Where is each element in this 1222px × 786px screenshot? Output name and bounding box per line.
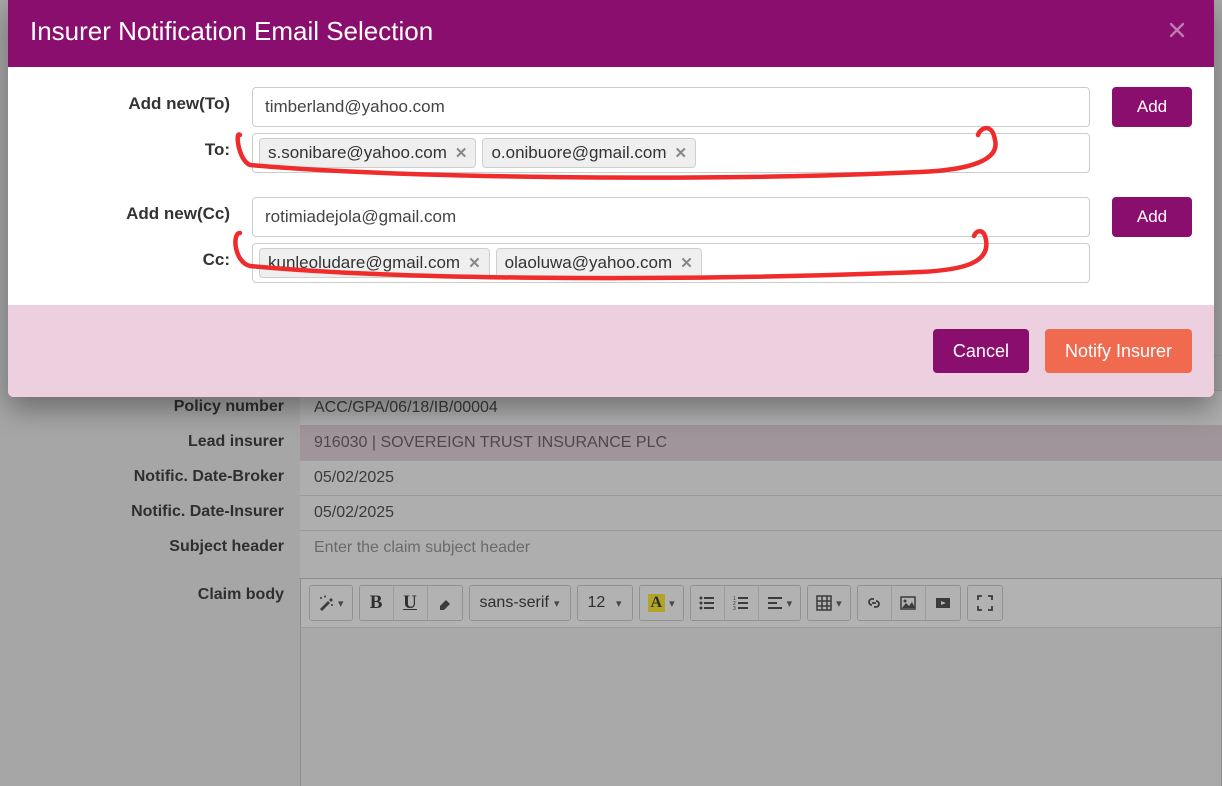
remove-chip-icon[interactable]: ✕ <box>680 254 693 272</box>
add-cc-button[interactable]: Add <box>1112 197 1192 237</box>
to-chips-box[interactable]: s.sonibare@yahoo.com✕o.onibuore@gmail.co… <box>252 133 1090 173</box>
email-chip-text: s.sonibare@yahoo.com <box>268 143 447 163</box>
cc-chips-box[interactable]: kunleoludare@gmail.com✕olaoluwa@yahoo.co… <box>252 243 1090 283</box>
cancel-button[interactable]: Cancel <box>933 329 1029 373</box>
email-chip-text: olaoluwa@yahoo.com <box>505 253 673 273</box>
email-chip-text: o.onibuore@gmail.com <box>491 143 666 163</box>
email-chip: olaoluwa@yahoo.com ✕ <box>496 248 702 278</box>
to-email-input[interactable] <box>252 87 1090 127</box>
email-selection-modal: Insurer Notification Email Selection Add… <box>8 0 1214 397</box>
remove-chip-icon[interactable]: ✕ <box>468 254 481 272</box>
email-chip: s.sonibare@yahoo.com ✕ <box>259 138 476 168</box>
modal-title: Insurer Notification Email Selection <box>30 16 433 47</box>
row-add-to: Add new(To) Add <box>30 87 1192 127</box>
label-cc: Cc: <box>30 243 230 270</box>
label-to: To: <box>30 133 230 160</box>
remove-chip-icon[interactable]: ✕ <box>675 144 688 162</box>
row-cc-chips: Cc: kunleoludare@gmail.com✕olaoluwa@yaho… <box>30 243 1192 283</box>
add-to-button[interactable]: Add <box>1112 87 1192 127</box>
modal-body: Add new(To) Add To: s.sonibare@yahoo.com… <box>8 67 1214 305</box>
modal-close-button[interactable] <box>1162 20 1192 44</box>
row-to-chips: To: s.sonibare@yahoo.com✕o.onibuore@gmai… <box>30 133 1192 173</box>
cc-email-input[interactable] <box>252 197 1090 237</box>
email-chip: kunleoludare@gmail.com ✕ <box>259 248 490 278</box>
close-icon <box>1168 21 1186 39</box>
label-add-to: Add new(To) <box>30 87 230 114</box>
modal-footer: Cancel Notify Insurer <box>8 305 1214 397</box>
modal-header: Insurer Notification Email Selection <box>8 0 1214 67</box>
remove-chip-icon[interactable]: ✕ <box>455 144 468 162</box>
row-add-cc: Add new(Cc) Add <box>30 197 1192 237</box>
email-chip-text: kunleoludare@gmail.com <box>268 253 460 273</box>
notify-insurer-button[interactable]: Notify Insurer <box>1045 329 1192 373</box>
label-add-cc: Add new(Cc) <box>30 197 230 224</box>
email-chip: o.onibuore@gmail.com ✕ <box>482 138 696 168</box>
